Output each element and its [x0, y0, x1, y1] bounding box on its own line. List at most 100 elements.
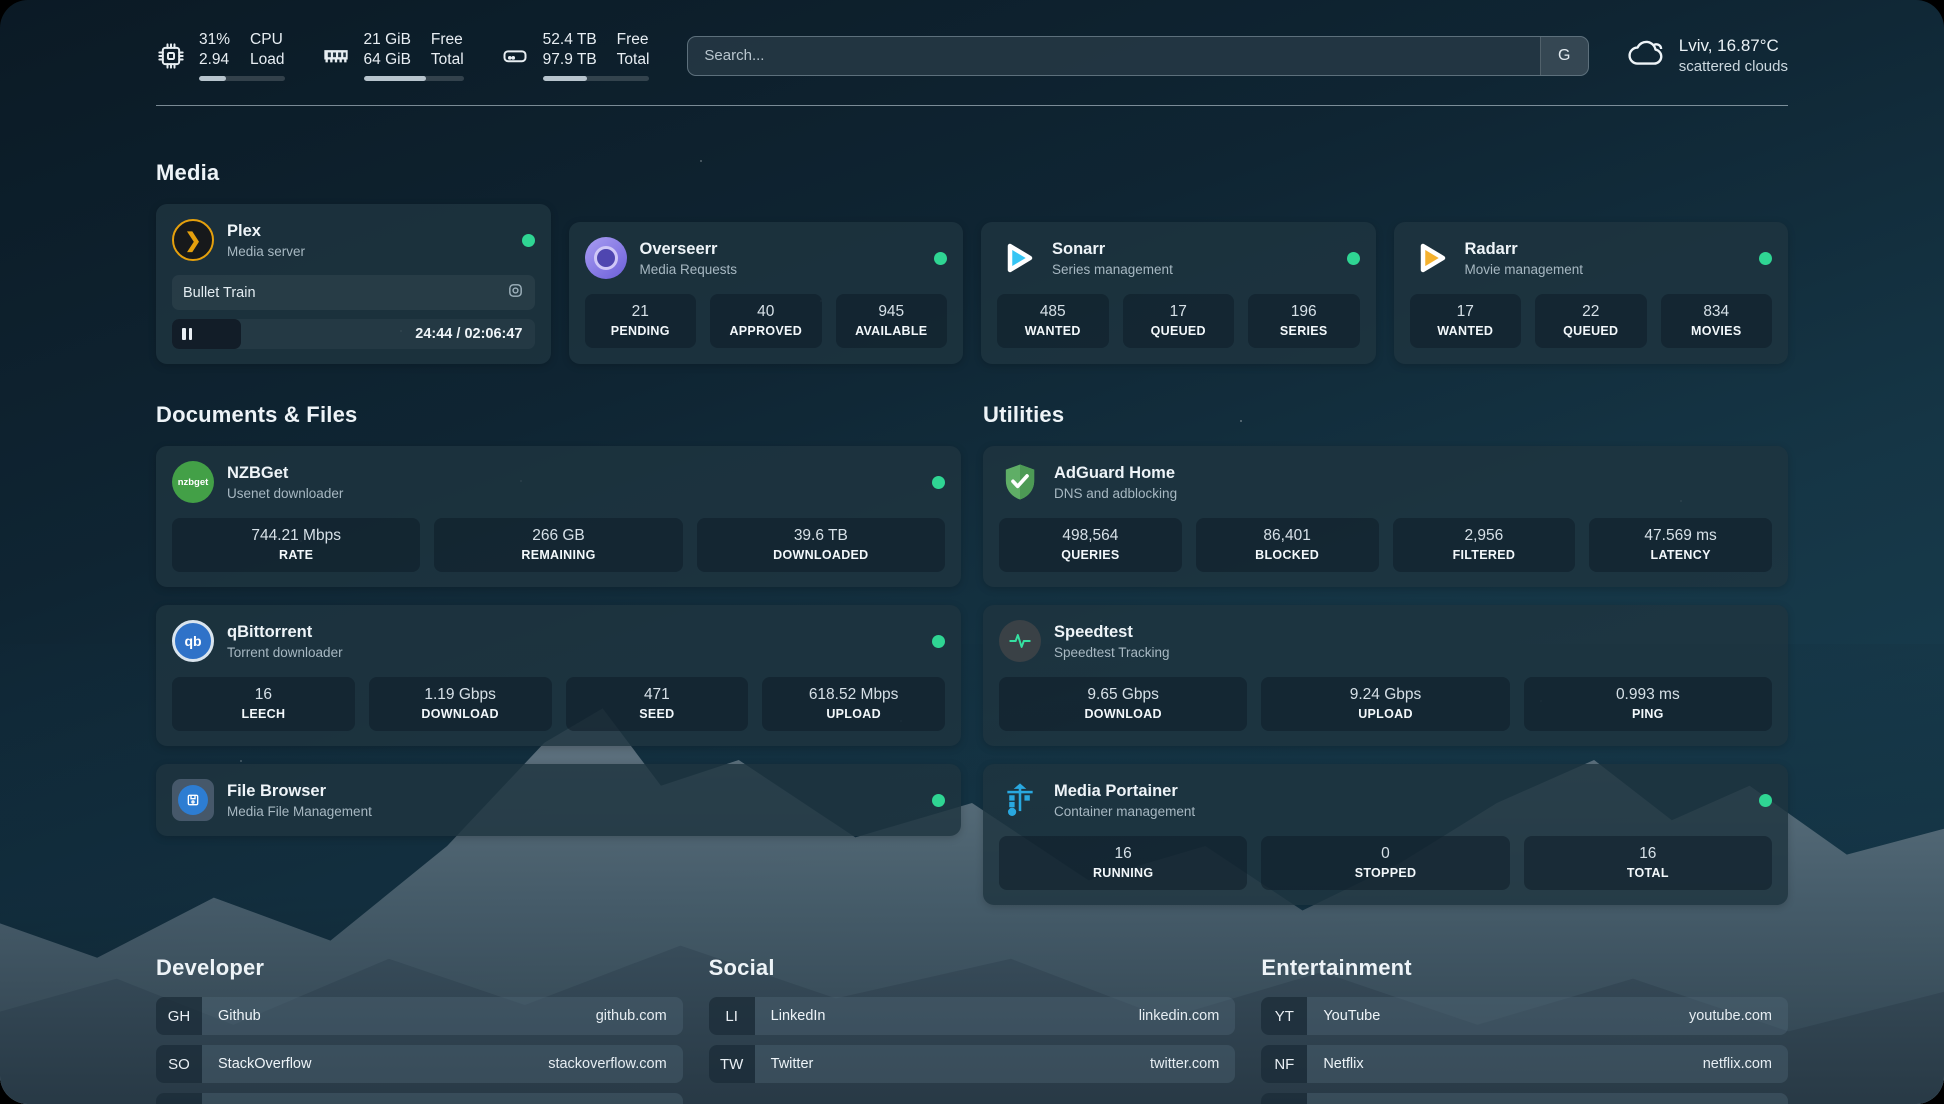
- memory-icon: [321, 41, 351, 71]
- card-title: Overseerr: [640, 240, 922, 259]
- bookmark-youtube[interactable]: YT YouTube youtube.com: [1261, 997, 1788, 1035]
- camera-icon: [507, 282, 524, 303]
- stat-tile: 9.24 Gbps UPLOAD: [1261, 677, 1509, 731]
- system-stats: 31% 2.94 CPU Load: [156, 30, 649, 81]
- card-overseerr[interactable]: Overseerr Media Requests 21 PENDING 40 A…: [569, 222, 964, 364]
- adguard-shield-icon: [999, 461, 1041, 503]
- disk-icon: [500, 41, 530, 71]
- section-utilities: Utilities AdGuard Home DNS and: [983, 402, 1788, 905]
- bookmark-stackoverflow[interactable]: SO StackOverflow stackoverflow.com: [156, 1045, 683, 1083]
- memory-progress-fill: [364, 76, 426, 81]
- cloud-icon: [1627, 37, 1667, 74]
- cpu-icon: [156, 41, 186, 71]
- section-media: Media ❯ Plex Media server Bullet Train: [156, 160, 1788, 364]
- card-filebrowser[interactable]: File Browser Media File Management: [156, 764, 961, 836]
- plex-icon: ❯: [172, 219, 214, 261]
- stat-tile: 266 GB REMAINING: [434, 518, 682, 572]
- disk-progress-fill: [543, 76, 588, 81]
- card-title: Radarr: [1465, 240, 1747, 259]
- stat-tile: 498,564 QUERIES: [999, 518, 1182, 572]
- cpu-progress-track: [199, 76, 285, 81]
- header: 31% 2.94 CPU Load: [156, 30, 1788, 81]
- search-bar: G: [687, 36, 1588, 76]
- card-title: AdGuard Home: [1054, 464, 1772, 483]
- card-portainer[interactable]: Media Portainer Container management 16 …: [983, 764, 1788, 905]
- card-nzbget[interactable]: nzbget NZBGet Usenet downloader 744.21 M…: [156, 446, 961, 587]
- status-dot: [1759, 794, 1772, 807]
- card-subtitle: DNS and adblocking: [1054, 486, 1772, 501]
- card-title: Media Portainer: [1054, 782, 1746, 801]
- search-engine-button[interactable]: G: [1540, 37, 1588, 75]
- plex-stream-title: Bullet Train: [183, 285, 256, 301]
- plex-now-playing-row: Bullet Train: [172, 275, 535, 310]
- bookmark-group-entertainment: Entertainment YT YouTube youtube.com NF …: [1261, 955, 1788, 1104]
- weather-widget: Lviv, 16.87°C scattered clouds: [1627, 36, 1788, 75]
- section-documents: Documents & Files nzbget NZBGet Usenet d…: [156, 402, 961, 836]
- card-radarr[interactable]: Radarr Movie management 17 WANTED 22 QUE…: [1394, 222, 1789, 364]
- cpu-load-label: Load: [250, 50, 284, 70]
- qbittorrent-icon: qb: [172, 620, 214, 662]
- disk-total-label: Total: [617, 50, 650, 70]
- search-input[interactable]: [688, 37, 1539, 75]
- card-qbittorrent[interactable]: qb qBittorrent Torrent downloader 16 LEE…: [156, 605, 961, 746]
- status-dot: [932, 476, 945, 489]
- weather-location-temp: Lviv, 16.87°C: [1679, 36, 1788, 56]
- pause-button[interactable]: [182, 328, 192, 340]
- status-dot: [932, 635, 945, 648]
- stat-tile: 2,956 FILTERED: [1393, 518, 1576, 572]
- disk-total-value: 97.9 TB: [543, 50, 597, 70]
- stat-tile: 17 QUEUED: [1123, 294, 1235, 348]
- memory-stat: 21 GiB 64 GiB Free Total: [321, 30, 464, 81]
- bookmark-reddit[interactable]: RE Reddit reddit.com: [1261, 1093, 1788, 1104]
- section-title-developer: Developer: [156, 955, 683, 981]
- bookmark-group-developer: Developer GH Github github.com SO StackO…: [156, 955, 683, 1104]
- card-title: qBittorrent: [227, 623, 919, 642]
- card-plex[interactable]: ❯ Plex Media server Bullet Train: [156, 204, 551, 364]
- cpu-stat: 31% 2.94 CPU Load: [156, 30, 285, 81]
- stat-tile: 834 MOVIES: [1661, 294, 1773, 348]
- status-dot: [1759, 252, 1772, 265]
- stat-tile: 744.21 Mbps RATE: [172, 518, 420, 572]
- stat-tile: 39.6 TB DOWNLOADED: [697, 518, 945, 572]
- bookmark-github[interactable]: GH Github github.com: [156, 997, 683, 1035]
- weather-condition: scattered clouds: [1679, 58, 1788, 75]
- stat-tile: 47.569 ms LATENCY: [1589, 518, 1772, 572]
- stat-tile: 40 APPROVED: [710, 294, 822, 348]
- section-title-documents: Documents & Files: [156, 402, 961, 428]
- cpu-progress-fill: [199, 76, 226, 81]
- stat-tile: 16 RUNNING: [999, 836, 1247, 890]
- plex-progress-bar: 24:44 / 02:06:47: [172, 319, 535, 349]
- stat-tile: 16 LEECH: [172, 677, 355, 731]
- card-subtitle: Usenet downloader: [227, 486, 919, 501]
- stars-decoration: [0, 0, 2, 2]
- status-dot: [934, 252, 947, 265]
- card-adguard[interactable]: AdGuard Home DNS and adblocking 498,564 …: [983, 446, 1788, 587]
- bookmark-netflix[interactable]: NF Netflix netflix.com: [1261, 1045, 1788, 1083]
- status-dot: [932, 794, 945, 807]
- status-dot: [522, 234, 535, 247]
- stat-tile: 17 WANTED: [1410, 294, 1522, 348]
- stat-tile: 485 WANTED: [997, 294, 1109, 348]
- bookmark-linkedin[interactable]: LI LinkedIn linkedin.com: [709, 997, 1236, 1035]
- card-subtitle: Media File Management: [227, 804, 919, 819]
- card-speedtest[interactable]: Speedtest Speedtest Tracking 9.65 Gbps D…: [983, 605, 1788, 746]
- cpu-load-value: 2.94: [199, 50, 230, 70]
- cpu-value: 31%: [199, 30, 230, 50]
- disk-stat: 52.4 TB 97.9 TB Free Total: [500, 30, 650, 81]
- speedtest-pulse-icon: [999, 620, 1041, 662]
- stat-tile: 471 SEED: [566, 677, 749, 731]
- memory-free-label: Free: [431, 30, 464, 50]
- bookmark-twitter[interactable]: TW Twitter twitter.com: [709, 1045, 1236, 1083]
- stat-tile: 86,401 BLOCKED: [1196, 518, 1379, 572]
- card-subtitle: Container management: [1054, 804, 1746, 819]
- stat-tile: 618.52 Mbps UPLOAD: [762, 677, 945, 731]
- cpu-label: CPU: [250, 30, 284, 50]
- card-sonarr[interactable]: Sonarr Series management 485 WANTED 17 Q…: [981, 222, 1376, 364]
- nzbget-icon: nzbget: [172, 461, 214, 503]
- memory-free-value: 21 GiB: [364, 30, 411, 50]
- stat-tile: 16 TOTAL: [1524, 836, 1772, 890]
- radarr-play-icon: [1410, 237, 1452, 279]
- memory-total-value: 64 GiB: [364, 50, 411, 70]
- card-title: Sonarr: [1052, 240, 1334, 259]
- bookmark-dev[interactable]: DT DEV dev.to: [156, 1093, 683, 1104]
